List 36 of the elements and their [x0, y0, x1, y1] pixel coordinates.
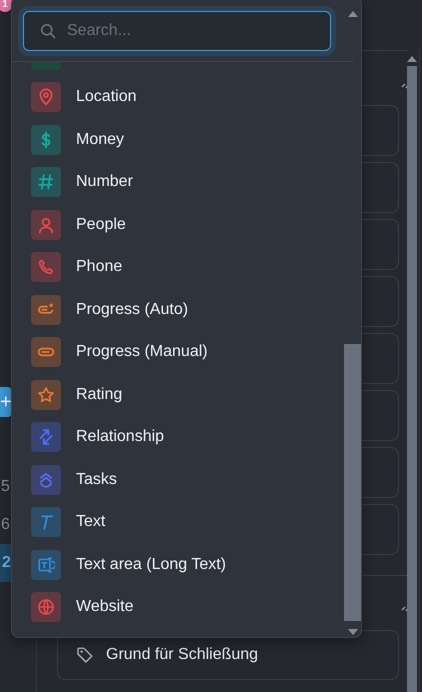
scroll-down-icon[interactable]: [348, 629, 358, 635]
item-label: Money: [76, 130, 124, 149]
menu-item[interactable]: Money: [12, 118, 344, 161]
item-label: Text area (Long Text): [76, 556, 226, 574]
scrollbar-thumb[interactable]: [344, 344, 361, 621]
item-label: People: [76, 216, 126, 234]
item-label: Progress (Auto): [76, 300, 188, 319]
menu-item[interactable]: Location: [12, 76, 344, 118]
menu-item[interactable]: Phone: [12, 246, 344, 288]
notification-badge: 1: [0, 0, 12, 12]
tag-icon: [76, 646, 94, 664]
menu-item[interactable]: Relationship: [12, 416, 344, 458]
item-label: Phone: [76, 258, 122, 276]
item-label: Rating: [76, 386, 122, 404]
item-label: Tasks: [76, 470, 117, 489]
icon-tile: [31, 62, 61, 70]
item-label: Progress (Manual): [76, 343, 208, 362]
field-label: Grund für Schließung: [106, 646, 258, 664]
menu-item[interactable]: Progress (Auto): [12, 288, 344, 331]
menu-item[interactable]: Progress (Manual): [12, 331, 344, 374]
item-label: Location: [76, 88, 136, 106]
menu-item[interactable]: Rating: [12, 374, 344, 416]
scrollbar-thumb[interactable]: [407, 66, 417, 692]
menu-item[interactable]: Text area (Long Text): [12, 544, 344, 586]
menu-item[interactable]: Number: [12, 161, 344, 204]
item-label: Website: [76, 598, 134, 616]
menu-item[interactable]: People: [12, 204, 344, 246]
search-field[interactable]: Search...: [23, 11, 331, 51]
item-label: Relationship: [76, 428, 164, 446]
scroll-up-icon[interactable]: [348, 11, 358, 17]
scroll-up-icon[interactable]: [407, 56, 417, 62]
menu-item[interactable]: Text: [12, 501, 344, 544]
menu-item[interactable]: Tasks: [12, 458, 344, 501]
item-label: Text: [76, 513, 106, 532]
item-label: Number: [76, 173, 133, 192]
menu-item[interactable]: Website: [12, 586, 344, 628]
